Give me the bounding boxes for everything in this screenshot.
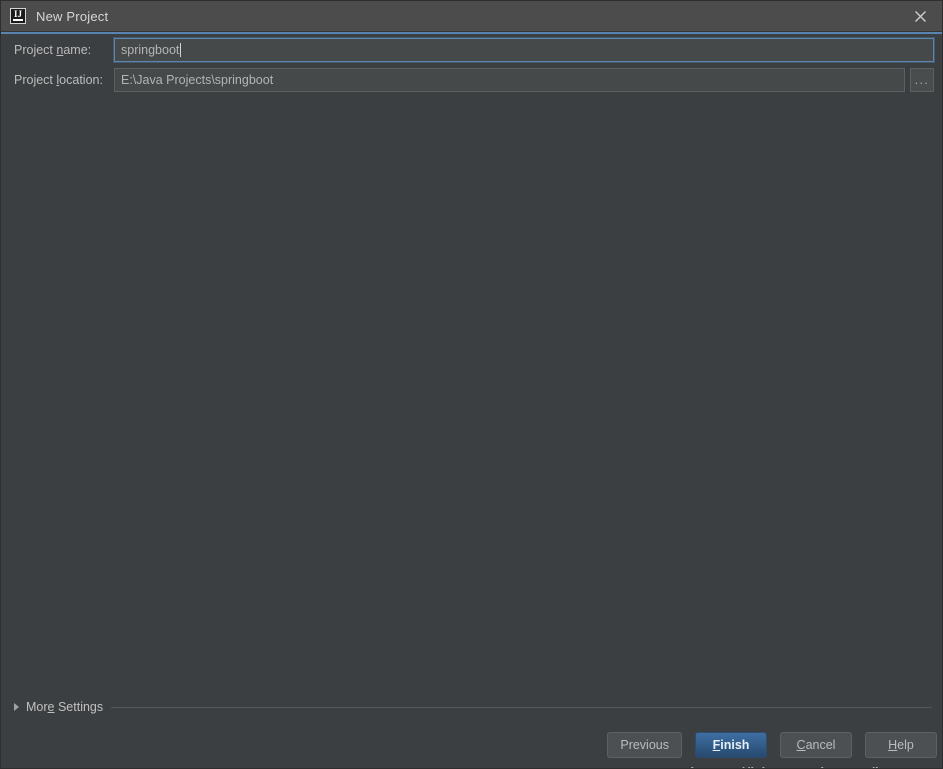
accent-divider <box>1 32 942 34</box>
project-form: Project name: springboot Project locatio… <box>1 38 942 98</box>
dialog-button-bar: Previous Finish Cancel Help <box>1 730 942 760</box>
chevron-right-icon <box>14 703 19 711</box>
project-name-value: springboot <box>121 43 180 57</box>
cancel-button[interactable]: Cancel <box>780 732 852 758</box>
watermark-text: https://blog.csdn.net/b824957433 <box>690 765 942 768</box>
project-location-row: Project location: E:\Java Projects\sprin… <box>1 68 942 92</box>
help-button[interactable]: Help <box>865 732 937 758</box>
project-name-label: Project name: <box>14 43 92 57</box>
window-title: New Project <box>36 8 109 24</box>
title-bar: IJ New Project <box>1 1 942 32</box>
more-settings-label: More Settings <box>26 700 104 714</box>
more-settings-toggle[interactable]: More Settings <box>14 700 932 714</box>
intellij-idea-icon: IJ <box>10 8 26 24</box>
close-icon[interactable] <box>898 1 942 32</box>
more-settings-separator <box>111 706 932 708</box>
new-project-dialog: IJ New Project Project name: springboot … <box>0 0 943 769</box>
finish-button[interactable]: Finish <box>695 732 767 758</box>
previous-button[interactable]: Previous <box>607 732 682 758</box>
project-name-input[interactable]: springboot <box>114 38 934 62</box>
dialog-content: Project name: springboot Project locatio… <box>1 32 942 768</box>
text-caret <box>180 43 182 57</box>
project-location-input[interactable]: E:\Java Projects\springboot <box>114 68 905 92</box>
project-location-label: Project location: <box>14 73 103 87</box>
project-name-row: Project name: springboot <box>1 38 942 62</box>
project-location-value: E:\Java Projects\springboot <box>121 73 274 87</box>
ellipsis-icon[interactable]: ... <box>910 68 934 92</box>
